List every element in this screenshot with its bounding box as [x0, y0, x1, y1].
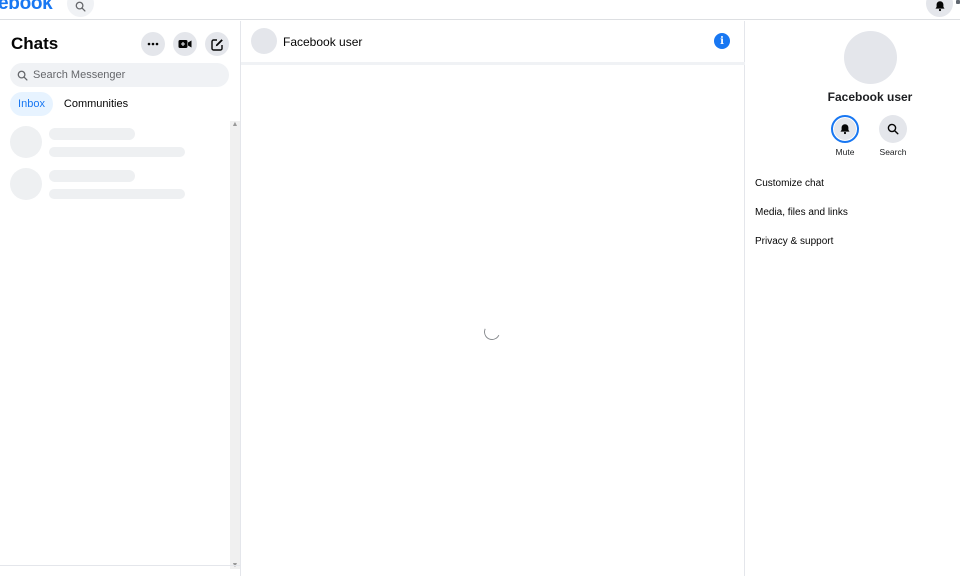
info-icon: i — [720, 35, 724, 47]
top-search-button[interactable] — [67, 0, 94, 17]
search-icon — [17, 70, 28, 81]
loading-spinner-icon — [481, 321, 503, 343]
conversation-info-button[interactable]: i — [714, 33, 730, 49]
menu-customize-chat[interactable]: Customize chat — [755, 178, 824, 189]
profile-avatar[interactable] — [844, 31, 897, 84]
profile-name: Facebook user — [827, 90, 913, 104]
search-action[interactable]: Search — [873, 115, 913, 157]
conversation-panel: Facebook user i — [241, 21, 745, 576]
scroll-up-arrow-icon[interactable]: ▲ — [231, 121, 239, 128]
more-dots-icon — [147, 42, 159, 46]
skeleton-line — [49, 170, 135, 182]
conversation-details-panel: Facebook user Mute Search Customize chat… — [745, 21, 960, 576]
chats-title: Chats — [11, 34, 59, 53]
mute-action[interactable]: Mute — [825, 115, 865, 157]
account-menu-edge[interactable] — [956, 0, 960, 4]
tab-inbox[interactable]: Inbox — [10, 92, 53, 116]
search-icon — [887, 123, 899, 135]
options-button[interactable] — [141, 32, 165, 56]
notifications-button[interactable] — [926, 0, 953, 17]
skeleton-avatar — [10, 168, 42, 200]
video-camera-icon — [178, 40, 192, 48]
search-label: Search — [879, 147, 907, 157]
skeleton-line — [49, 147, 185, 157]
search-icon — [75, 1, 86, 12]
menu-privacy-support[interactable]: Privacy & support — [755, 236, 833, 247]
conversation-header: Facebook user i — [241, 21, 745, 65]
top-navigation-bar: ebook — [0, 0, 960, 20]
skeleton-line — [49, 128, 135, 140]
tab-communities[interactable]: Communities — [58, 92, 134, 116]
mute-label: Mute — [835, 147, 855, 157]
chat-list-scrollbar[interactable]: ▲ ▼ — [230, 121, 240, 569]
new-video-call-button[interactable] — [173, 32, 197, 56]
sidebar-divider — [0, 565, 241, 566]
search-messenger-field[interactable] — [10, 63, 229, 87]
menu-media-files-links[interactable]: Media, files and links — [755, 207, 848, 218]
contact-name[interactable]: Facebook user — [283, 35, 362, 49]
chats-sidebar: Chats Inbox Communities ▲ ▼ — [0, 21, 241, 576]
compose-icon — [210, 38, 223, 51]
skeleton-line — [49, 189, 185, 199]
skeleton-avatar — [10, 126, 42, 158]
bell-icon — [840, 124, 850, 135]
bell-icon — [935, 1, 944, 12]
mute-button[interactable] — [831, 115, 859, 143]
search-messenger-input[interactable] — [33, 69, 213, 81]
facebook-logo[interactable]: ebook — [0, 0, 53, 15]
contact-avatar[interactable] — [251, 28, 277, 54]
search-in-conversation-button[interactable] — [879, 115, 907, 143]
new-message-button[interactable] — [205, 32, 229, 56]
